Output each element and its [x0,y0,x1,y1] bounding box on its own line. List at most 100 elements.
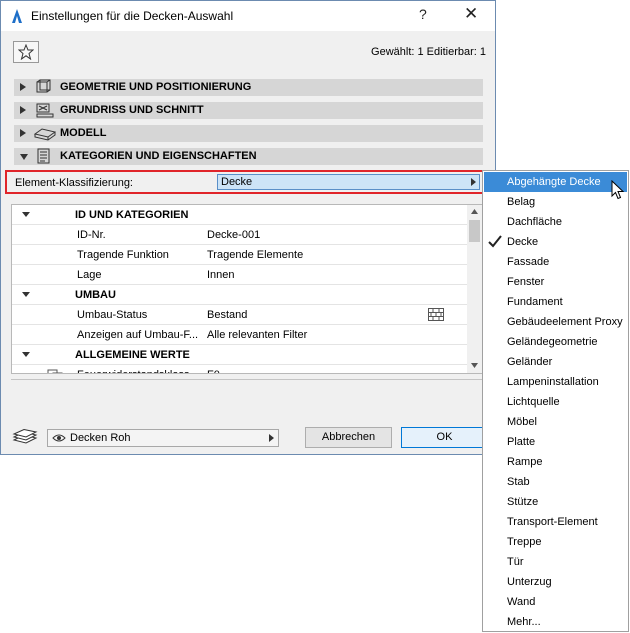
table-group-row[interactable]: UMBAU [12,285,467,305]
classification-select[interactable]: Decke [217,174,480,190]
link-icon [47,369,63,373]
section-label: MODELL [60,127,107,139]
dropdown-item[interactable]: Geländer [484,352,627,372]
dropdown-item[interactable]: Lampeninstallation [484,372,627,392]
dropdown-item[interactable]: Abgehängte Decke [484,172,627,192]
dropdown-item[interactable]: Stütze [484,492,627,512]
chevron-down-icon [22,352,30,357]
table-scrollbar[interactable] [467,205,482,373]
help-button[interactable]: ? [419,6,427,22]
dropdown-item[interactable]: Lichtquelle [484,392,627,412]
layer-select[interactable]: Decken Roh [47,429,279,447]
section-model[interactable]: MODELL [14,125,483,142]
property-value: Innen [207,269,235,281]
dropdown-item[interactable]: Stab [484,472,627,492]
window-title: Einstellungen für die Decken-Auswahl [31,9,234,23]
selection-count: Gewählt: 1 Editierbar: 1 [371,46,486,58]
scroll-down-icon[interactable] [471,363,478,368]
dropdown-item-label: Fenster [507,276,545,288]
eye-icon [52,434,66,442]
dropdown-item-label: Gebäudeelement Proxy [507,316,623,328]
layer-value: Decken Roh [70,432,131,444]
dropdown-item[interactable]: Fenster [484,272,627,292]
chevron-right-icon [20,129,26,137]
property-value: Bestand [207,309,248,321]
property-name: Umbau-Status [77,309,148,321]
property-name: Tragende Funktion [77,249,169,261]
section-label: GEOMETRIE UND POSITIONIERUNG [60,81,252,93]
group-name: UMBAU [75,289,116,301]
close-button[interactable]: ✕ [464,4,478,24]
section-label: KATEGORIEN UND EIGENSCHAFTEN [60,150,257,162]
dropdown-item[interactable]: Decke [484,232,627,252]
geometry-icon [36,79,51,93]
property-value: Tragende Elemente [207,249,304,261]
chevron-right-icon [20,83,26,91]
dropdown-item-label: Stab [507,476,530,488]
property-table: ID UND KATEGORIEN ID-Nr. Decke-001 Tragende… [11,204,483,374]
chevron-down-icon [22,292,30,297]
table-group-row[interactable]: ALLGEMEINE WERTE [12,345,467,365]
checkmark-icon [488,235,502,248]
dropdown-item[interactable]: Dachfläche [484,212,627,232]
classification-label: Element-Klassifizierung: [15,177,133,189]
dropdown-item[interactable]: Mehr... [484,612,627,632]
divider [11,379,483,380]
dropdown-item-label: Fassade [507,256,550,268]
dropdown-item[interactable]: Tür [484,552,627,572]
table-row[interactable]: ID-Nr. Decke-001 [12,225,467,245]
section-categories[interactable]: KATEGORIEN UND EIGENSCHAFTEN [14,148,483,165]
ok-button[interactable]: OK [401,427,488,448]
property-name: Feuerwiderstandsklass... [77,369,199,373]
dropdown-item-label: Unterzug [507,576,552,588]
dropdown-item-label: Geländegeometrie [507,336,598,348]
dropdown-item[interactable]: Platte [484,432,627,452]
group-name: ALLGEMEINE WERTE [75,349,190,361]
table-row[interactable]: Feuerwiderstandsklass... F0 [12,365,467,373]
dropdown-item[interactable]: Transport-Element [484,512,627,532]
model-icon [34,128,56,141]
dropdown-item-label: Transport-Element [507,516,598,528]
property-name: Lage [77,269,102,281]
table-group-row[interactable]: ID UND KATEGORIEN [12,205,467,225]
dropdown-item-label: Wand [507,596,536,608]
dropdown-item[interactable]: Rampe [484,452,627,472]
chevron-down-icon [20,154,28,160]
section-geometry[interactable]: GEOMETRIE UND POSITIONIERUNG [14,79,483,96]
property-value: F0 [207,369,220,373]
dropdown-item[interactable]: Gebäudeelement Proxy [484,312,627,332]
archicad-app-icon [10,8,24,27]
dropdown-item-label: Geländer [507,356,553,368]
chevron-down-icon [22,212,30,217]
dropdown-item-label: Dachfläche [507,216,563,228]
section-floorplan[interactable]: GRUNDRISS UND SCHNITT [14,102,483,119]
favorites-button[interactable] [13,41,39,63]
dropdown-item-label: Rampe [507,456,543,468]
chevron-right-icon [20,106,26,114]
table-row[interactable]: Lage Innen [12,265,467,285]
dropdown-item[interactable]: Unterzug [484,572,627,592]
settings-dialog: Einstellungen für die Decken-Auswahl ? ✕… [0,0,496,455]
dropdown-item-label: Lampeninstallation [507,376,599,388]
dropdown-item[interactable]: Fassade [484,252,627,272]
table-row[interactable]: Umbau-Status Bestand [12,305,467,325]
property-value: Decke-001 [207,229,261,241]
scrollbar-thumb[interactable] [469,220,480,242]
dropdown-item-label: Decke [507,236,539,248]
star-icon [18,44,34,60]
table-row[interactable]: Anzeigen auf Umbau-F... Alle relevanten F… [12,325,467,345]
dropdown-item-label: Lichtquelle [507,396,560,408]
dropdown-item[interactable]: Wand [484,592,627,612]
classification-dropdown: Abgehängte Decke Belag Dachfläche Decke Fass… [482,170,629,632]
dropdown-item[interactable]: Geländegeometrie [484,332,627,352]
dropdown-item[interactable]: Belag [484,192,627,212]
cancel-button[interactable]: Abbrechen [305,427,392,448]
dropdown-item[interactable]: Fundament [484,292,627,312]
dropdown-item[interactable]: Treppe [484,532,627,552]
dropdown-item-label: Belag [507,196,536,208]
section-label: GRUNDRISS UND SCHNITT [60,104,204,116]
floorplan-section-icon [36,103,54,118]
table-row[interactable]: Tragende Funktion Tragende Elemente [12,245,467,265]
scroll-up-icon[interactable] [471,209,478,214]
dropdown-item[interactable]: Möbel [484,412,627,432]
